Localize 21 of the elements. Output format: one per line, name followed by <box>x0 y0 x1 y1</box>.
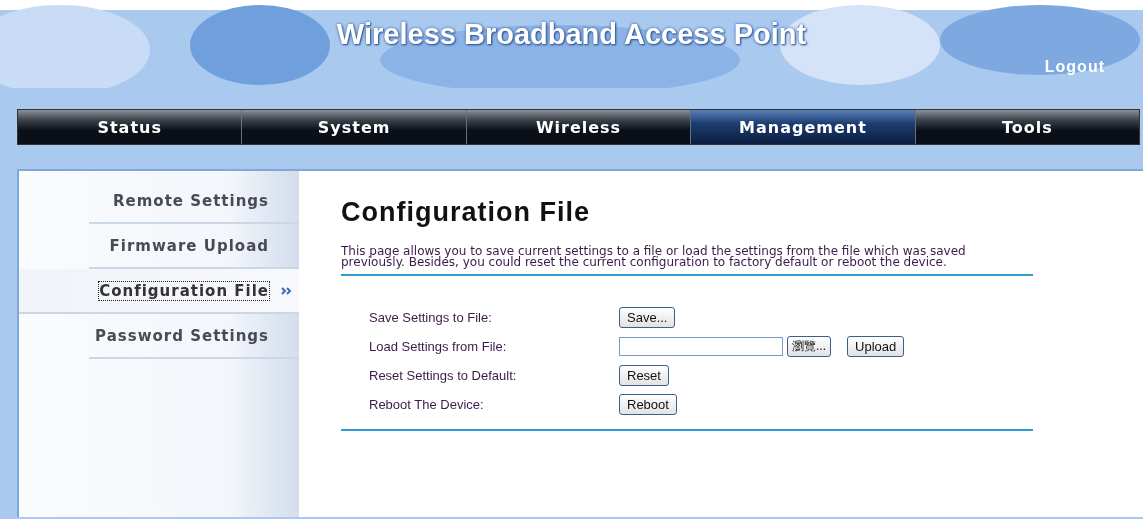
setting-label: Reboot The Device: <box>369 396 485 412</box>
page-title: Configuration File <box>341 197 591 228</box>
browse-button[interactable]: 瀏覽... <box>787 335 831 357</box>
nav-tab[interactable]: System <box>241 110 466 144</box>
action-button[interactable]: Reboot <box>619 393 677 415</box>
nav-tab[interactable]: Management <box>690 110 915 144</box>
setting-label: Load Settings from File: <box>369 338 508 354</box>
setting-label: Reset Settings to Default: <box>369 367 518 383</box>
action-button[interactable]: Save... <box>619 306 676 328</box>
nav-tab[interactable]: Status <box>18 110 242 144</box>
file-path-field[interactable] <box>619 336 783 356</box>
nav-tab[interactable]: Tools <box>914 110 1140 144</box>
sidebar-item[interactable]: Firmware Upload <box>109 236 269 255</box>
setting-label: Save Settings to File: <box>369 309 493 325</box>
upload-button[interactable]: Upload <box>847 335 905 357</box>
page-description: This page allows you to save current settings to a file or load the settings from the file which was saved previously. Besides, you could reset the current configuration to factory default or reboot the device. <box>341 246 967 268</box>
sidebar-item[interactable]: Password Settings <box>95 326 269 345</box>
action-button[interactable]: Reset <box>619 364 669 386</box>
double-chevron-icon <box>281 287 293 295</box>
sidebar-item[interactable]: Remote Settings <box>112 191 269 210</box>
header-title: Wireless Broadband Access Point <box>336 18 807 51</box>
